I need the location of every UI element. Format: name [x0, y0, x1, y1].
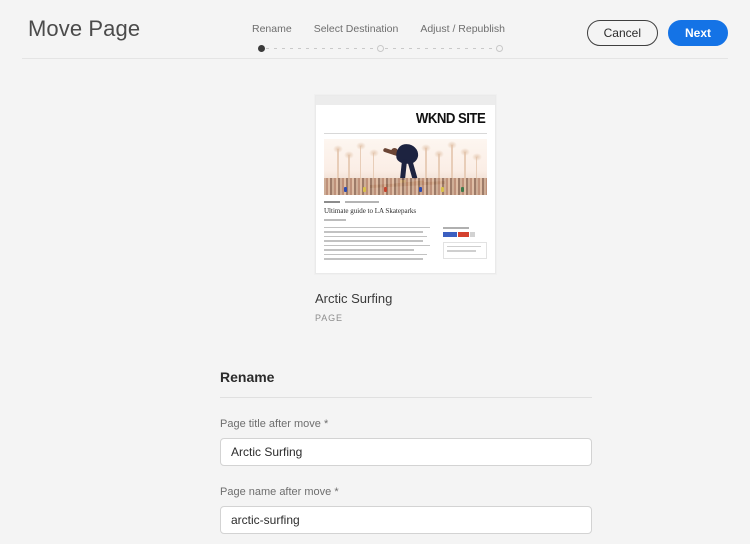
thumbnail-sidebar-column — [443, 226, 487, 263]
page-title-input[interactable] — [220, 438, 592, 466]
step-dot-adjust-republish[interactable] — [496, 44, 503, 52]
thumbnail-header-rule — [324, 133, 487, 134]
thumbnail-color-swatches — [443, 231, 487, 237]
step-connector-1 — [266, 47, 376, 49]
rename-form: Rename Page title after move * Page name… — [220, 370, 592, 534]
header-actions: Cancel Next — [586, 20, 728, 46]
thumbnail-byline — [324, 218, 346, 221]
header-divider — [22, 58, 728, 59]
breadcrumb-chip-1 — [324, 201, 340, 203]
page-name-label: Page name after move * — [220, 486, 339, 498]
form-section-heading: Rename — [220, 369, 275, 385]
thumbnail-sidebar-card — [443, 241, 487, 259]
thumbnail-article-heading: Ultimate guide to LA Skateparks — [324, 207, 417, 215]
step-progress: Rename Select Destination Adjust / Repub… — [252, 24, 505, 53]
thumbnail-body — [324, 226, 487, 263]
field-page-name: Page name after move * — [220, 487, 592, 534]
thumbnail-browser-bar — [316, 96, 495, 105]
page-name-input[interactable] — [220, 506, 592, 534]
page-card[interactable]: WKND SITE Ultimate guide to LA Skatepark… — [315, 95, 496, 323]
wknd-site-logo: WKND SITE — [415, 110, 486, 127]
step-dot-row — [258, 44, 503, 53]
thumbnail-hero-image — [324, 139, 487, 195]
thumbnail-breadcrumb — [324, 201, 487, 203]
page-card-type-label: PAGE — [315, 313, 343, 323]
step-label-rename[interactable]: Rename — [252, 24, 292, 35]
breadcrumb-chip-2 — [345, 201, 379, 203]
thumbnail-content: WKND SITE Ultimate guide to LA Skatepark… — [316, 105, 495, 263]
page-title-label: Page title after move * — [220, 418, 329, 430]
step-label-adjust-republish[interactable]: Adjust / Republish — [420, 24, 505, 35]
page-header: Move Page Rename Select Destination Adju… — [0, 0, 750, 56]
step-dot-rename[interactable] — [258, 44, 265, 52]
thumbnail-body-column — [324, 226, 436, 263]
next-button[interactable]: Next — [667, 20, 728, 46]
field-page-title: Page title after move * — [220, 419, 592, 466]
step-dot-select-destination[interactable] — [377, 44, 384, 52]
step-label-row: Rename Select Destination Adjust / Repub… — [252, 24, 505, 35]
page-card-title: Arctic Surfing — [315, 291, 393, 306]
step-label-select-destination[interactable]: Select Destination — [314, 24, 399, 35]
page-thumbnail: WKND SITE Ultimate guide to LA Skatepark… — [315, 95, 496, 274]
page-title: Move Page — [28, 16, 141, 41]
form-section-divider — [220, 397, 592, 398]
step-connector-2 — [385, 47, 495, 49]
cancel-button[interactable]: Cancel — [586, 20, 658, 46]
